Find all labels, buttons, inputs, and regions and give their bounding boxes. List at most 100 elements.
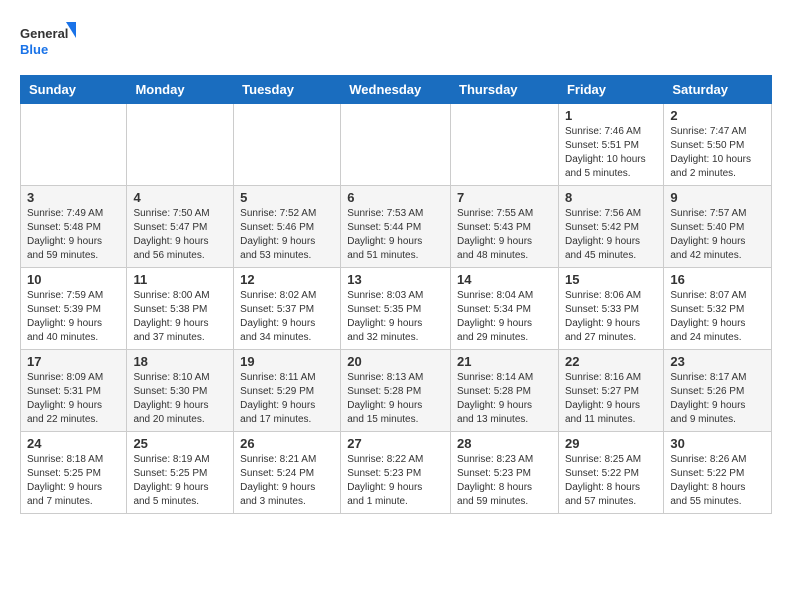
page-header: General Blue [20,20,772,65]
day-info: Sunrise: 7:52 AM Sunset: 5:46 PM Dayligh… [240,207,334,263]
day-info: Sunrise: 8:06 AM Sunset: 5:33 PM Dayligh… [565,289,657,345]
calendar-cell: 16 Sunrise: 8:07 AM Sunset: 5:32 PM Dayli… [664,268,772,350]
day-info: Sunrise: 8:21 AM Sunset: 5:24 PM Dayligh… [240,453,334,509]
calendar-cell: 3 Sunrise: 7:49 AM Sunset: 5:48 PM Daylig… [21,186,127,268]
calendar-cell: 14Sunrise: 8:04 AM Sunset: 5:34 PM Dayli… [451,268,559,350]
calendar-cell [451,104,559,186]
day-number: 26 [240,436,334,451]
day-info: Sunrise: 8:11 AM Sunset: 5:29 PM Dayligh… [240,371,334,427]
day-number: 4 [133,190,227,205]
day-number: 14 [457,272,552,287]
day-info: Sunrise: 8:22 AM Sunset: 5:23 PM Dayligh… [347,453,444,509]
calendar-cell: 6 Sunrise: 7:53 AM Sunset: 5:44 PM Daylig… [341,186,451,268]
day-info: Sunrise: 7:46 AM Sunset: 5:51 PM Dayligh… [565,125,657,181]
calendar-cell: 7 Sunrise: 7:55 AM Sunset: 5:43 PM Daylig… [451,186,559,268]
calendar-cell: 21 Sunrise: 8:14 AM Sunset: 5:28 PM Dayli… [451,350,559,432]
day-number: 28 [457,436,552,451]
day-info: Sunrise: 8:09 AM Sunset: 5:31 PM Dayligh… [27,371,120,427]
day-number: 8 [565,190,657,205]
day-number: 5 [240,190,334,205]
day-info: Sunrise: 8:18 AM Sunset: 5:25 PM Dayligh… [27,453,120,509]
weekday-header: Friday [558,76,663,104]
weekday-header: Monday [127,76,234,104]
day-number: 19 [240,354,334,369]
svg-text:Blue: Blue [20,42,48,57]
day-info: Sunrise: 7:47 AM Sunset: 5:50 PM Dayligh… [670,125,765,181]
calendar-week-row: 24 Sunrise: 8:18 AM Sunset: 5:25 PM Dayli… [21,432,772,514]
weekday-header: Saturday [664,76,772,104]
calendar-week-row: 1 Sunrise: 7:46 AM Sunset: 5:51 PM Daylig… [21,104,772,186]
calendar-cell: 25 Sunrise: 8:19 AM Sunset: 5:25 PM Dayli… [127,432,234,514]
weekday-header: Tuesday [234,76,341,104]
day-number: 22 [565,354,657,369]
logo-svg: General Blue [20,20,80,65]
day-number: 30 [670,436,765,451]
day-info: Sunrise: 7:56 AM Sunset: 5:42 PM Dayligh… [565,207,657,263]
day-info: Sunrise: 8:19 AM Sunset: 5:25 PM Dayligh… [133,453,227,509]
weekday-header: Sunday [21,76,127,104]
day-number: 24 [27,436,120,451]
day-number: 9 [670,190,765,205]
day-info: Sunrise: 8:00 AM Sunset: 5:38 PM Dayligh… [133,289,227,345]
day-number: 23 [670,354,765,369]
day-number: 3 [27,190,120,205]
day-info: Sunrise: 7:49 AM Sunset: 5:48 PM Dayligh… [27,207,120,263]
calendar-cell: 23 Sunrise: 8:17 AM Sunset: 5:26 PM Dayli… [664,350,772,432]
day-info: Sunrise: 8:13 AM Sunset: 5:28 PM Dayligh… [347,371,444,427]
day-info: Sunrise: 8:03 AM Sunset: 5:35 PM Dayligh… [347,289,444,345]
day-number: 18 [133,354,227,369]
weekday-header: Thursday [451,76,559,104]
weekday-header-row: SundayMondayTuesdayWednesdayThursdayFrid… [21,76,772,104]
calendar-cell [341,104,451,186]
day-info: Sunrise: 7:57 AM Sunset: 5:40 PM Dayligh… [670,207,765,263]
day-info: Sunrise: 8:25 AM Sunset: 5:22 PM Dayligh… [565,453,657,509]
calendar-week-row: 17 Sunrise: 8:09 AM Sunset: 5:31 PM Dayli… [21,350,772,432]
day-number: 6 [347,190,444,205]
calendar-cell [234,104,341,186]
day-number: 15 [565,272,657,287]
calendar-cell: 20 Sunrise: 8:13 AM Sunset: 5:28 PM Dayli… [341,350,451,432]
day-number: 11 [133,272,227,287]
day-info: Sunrise: 8:17 AM Sunset: 5:26 PM Dayligh… [670,371,765,427]
day-info: Sunrise: 8:16 AM Sunset: 5:27 PM Dayligh… [565,371,657,427]
calendar-cell: 13 Sunrise: 8:03 AM Sunset: 5:35 PM Dayli… [341,268,451,350]
day-info: Sunrise: 8:07 AM Sunset: 5:32 PM Dayligh… [670,289,765,345]
day-number: 27 [347,436,444,451]
day-number: 10 [27,272,120,287]
day-number: 12 [240,272,334,287]
day-number: 20 [347,354,444,369]
day-info: Sunrise: 8:14 AM Sunset: 5:28 PM Dayligh… [457,371,552,427]
day-info: Sunrise: 7:53 AM Sunset: 5:44 PM Dayligh… [347,207,444,263]
calendar-cell: 24 Sunrise: 8:18 AM Sunset: 5:25 PM Dayli… [21,432,127,514]
calendar: SundayMondayTuesdayWednesdayThursdayFrid… [20,75,772,514]
calendar-cell: 29 Sunrise: 8:25 AM Sunset: 5:22 PM Dayli… [558,432,663,514]
day-number: 29 [565,436,657,451]
day-info: Sunrise: 7:59 AM Sunset: 5:39 PM Dayligh… [27,289,120,345]
calendar-cell: 27 Sunrise: 8:22 AM Sunset: 5:23 PM Dayli… [341,432,451,514]
day-number: 17 [27,354,120,369]
calendar-cell: 5 Sunrise: 7:52 AM Sunset: 5:46 PM Daylig… [234,186,341,268]
calendar-cell: 18 Sunrise: 8:10 AM Sunset: 5:30 PM Dayli… [127,350,234,432]
day-info: Sunrise: 8:26 AM Sunset: 5:22 PM Dayligh… [670,453,765,509]
calendar-cell [21,104,127,186]
day-info: Sunrise: 8:10 AM Sunset: 5:30 PM Dayligh… [133,371,227,427]
day-number: 7 [457,190,552,205]
calendar-cell: 26 Sunrise: 8:21 AM Sunset: 5:24 PM Dayli… [234,432,341,514]
day-number: 13 [347,272,444,287]
day-number: 1 [565,108,657,123]
calendar-cell: 30 Sunrise: 8:26 AM Sunset: 5:22 PM Dayli… [664,432,772,514]
calendar-cell [127,104,234,186]
calendar-cell: 1 Sunrise: 7:46 AM Sunset: 5:51 PM Daylig… [558,104,663,186]
logo: General Blue [20,20,80,65]
day-number: 25 [133,436,227,451]
calendar-week-row: 3 Sunrise: 7:49 AM Sunset: 5:48 PM Daylig… [21,186,772,268]
day-number: 2 [670,108,765,123]
calendar-cell: 19 Sunrise: 8:11 AM Sunset: 5:29 PM Dayli… [234,350,341,432]
calendar-cell: 17 Sunrise: 8:09 AM Sunset: 5:31 PM Dayli… [21,350,127,432]
day-info: Sunrise: 7:50 AM Sunset: 5:47 PM Dayligh… [133,207,227,263]
calendar-cell: 12Sunrise: 8:02 AM Sunset: 5:37 PM Dayli… [234,268,341,350]
day-info: Sunrise: 7:55 AM Sunset: 5:43 PM Dayligh… [457,207,552,263]
day-number: 16 [670,272,765,287]
day-number: 21 [457,354,552,369]
svg-text:General: General [20,26,68,41]
